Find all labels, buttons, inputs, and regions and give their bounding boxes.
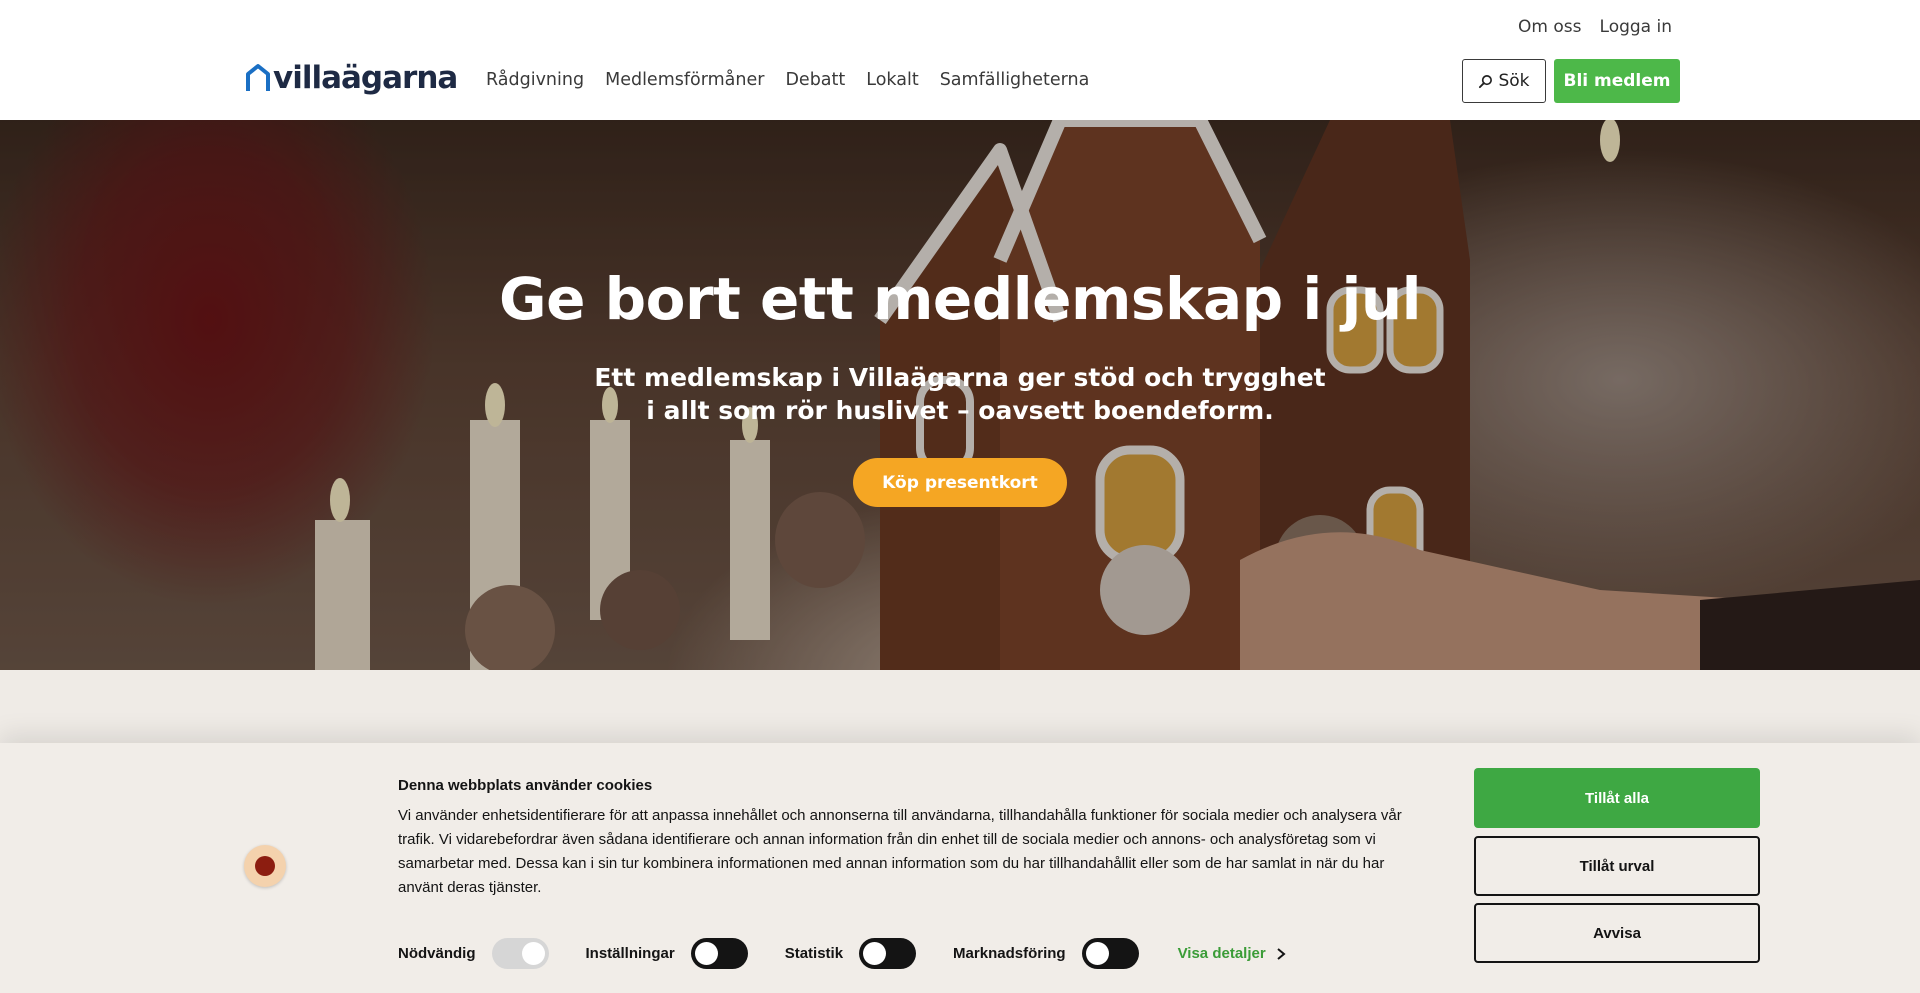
toggle-statistics-label: Statistik <box>784 945 844 962</box>
toggle-marketing-switch[interactable] <box>1081 938 1139 969</box>
search-icon <box>1479 74 1493 88</box>
login-link[interactable]: Logga in <box>1600 17 1672 37</box>
top-links: Om oss Logga in <box>1518 17 1672 37</box>
cookie-banner-title: Denna webbplats använder cookies <box>398 777 653 794</box>
cookiebot-logo-icon <box>244 845 286 887</box>
main-nav: Rådgivning Medlemsförmåner Debatt Lokalt… <box>486 70 1089 90</box>
toggle-necessary-switch <box>491 938 549 969</box>
cookie-banner-text: Vi använder enhetsidentifierare för att … <box>398 807 1402 896</box>
nav-item-medlemsformaner[interactable]: Medlemsförmåner <box>605 70 764 90</box>
logo[interactable]: villaägarna <box>245 60 458 96</box>
toggle-preferences: Inställningar <box>586 938 748 969</box>
show-details-link[interactable]: Visa detaljer <box>1178 945 1286 962</box>
logo-text: villaägarna <box>273 60 458 96</box>
nav-item-radgivning[interactable]: Rådgivning <box>486 70 584 90</box>
toggle-necessary-label: Nödvändig <box>398 945 476 962</box>
allow-all-button[interactable]: Tillåt alla <box>1474 768 1760 828</box>
hero-subtitle-line-1: Ett medlemskap i Villaägarna ger stöd oc… <box>594 363 1326 392</box>
join-button[interactable]: Bli medlem <box>1554 59 1680 103</box>
nav-item-samfalligheterna[interactable]: Samfälligheterna <box>940 70 1090 90</box>
toggle-marketing-label: Marknadsföring <box>953 945 1066 962</box>
hero-title: Ge bort ett medlemskap i jul <box>498 265 1422 333</box>
hero-subtitle: Ett medlemskap i Villaägarna ger stöd oc… <box>0 361 1920 427</box>
toggle-statistics: Statistik <box>784 938 917 969</box>
show-details-label: Visa detaljer <box>1177 945 1266 962</box>
buy-gift-card-button[interactable]: Köp presentkort <box>853 458 1067 507</box>
search-button-label: Sök <box>1498 71 1530 91</box>
deny-button[interactable]: Avvisa <box>1474 903 1760 963</box>
cookie-category-toggles: Nödvändig Inställningar Statistik Markna… <box>398 938 1286 969</box>
cookie-consent-banner: Denna webbplats använder cookies Vi anvä… <box>0 743 1920 993</box>
house-logo-icon <box>246 64 270 91</box>
toggle-necessary: Nödvändig <box>398 938 549 969</box>
toggle-marketing: Marknadsföring <box>953 938 1139 969</box>
toggle-preferences-switch[interactable] <box>690 938 748 969</box>
cookie-logo-center <box>255 856 275 876</box>
nav-item-lokalt[interactable]: Lokalt <box>866 70 918 90</box>
search-button[interactable]: Sök <box>1462 59 1546 103</box>
nav-item-debatt[interactable]: Debatt <box>785 70 845 90</box>
chevron-right-icon <box>1277 947 1286 960</box>
site-header: Om oss Logga in villaägarna Rådgivning M… <box>0 0 1920 120</box>
toggle-statistics-switch[interactable] <box>859 938 917 969</box>
about-link[interactable]: Om oss <box>1518 17 1581 37</box>
hero-banner: Ge bort ett medlemskap i jul Ett medlems… <box>0 120 1920 670</box>
hero-subtitle-line-2: i allt som rör huslivet – oavsett boende… <box>646 396 1274 425</box>
toggle-preferences-label: Inställningar <box>585 945 675 962</box>
allow-selection-button[interactable]: Tillåt urval <box>1474 836 1760 896</box>
